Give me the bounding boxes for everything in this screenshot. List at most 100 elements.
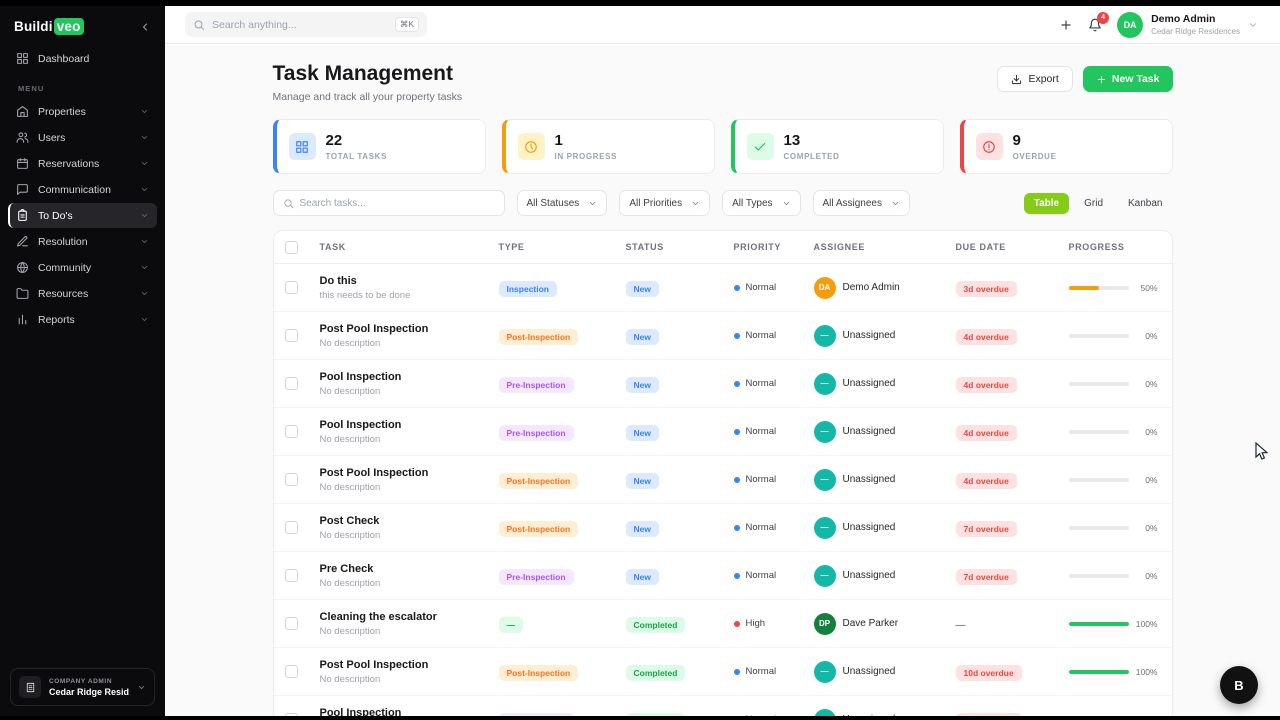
notifications-button[interactable]: 4 [1088,18,1102,32]
priority-label: Normal [746,570,777,581]
row-checkbox[interactable] [285,425,298,438]
filter-all-assignees[interactable]: All Assignees [813,190,910,216]
quick-add-button[interactable] [1059,18,1073,32]
stats-row: 22 TOTAL TASKS 1 IN PROGRESS 13 COMPLETE… [273,119,1173,174]
assignee-name: Unassigned [843,666,896,677]
sidebar-nav: Properties Users Reservations Communicat… [0,98,165,333]
table-row[interactable]: Do this this needs to be done Inspection… [274,264,1172,312]
progress-track [1069,622,1129,626]
priority-dot [734,477,740,483]
status-badge: Completed [626,713,686,717]
logo-badge: veo [54,18,84,35]
filter-select-value: All Assignees [823,198,882,209]
sidebar-item-dashboard[interactable]: Dashboard [8,46,157,71]
due-date-badge: 3d overdue [956,281,1017,297]
user-menu[interactable]: DA Demo Admin Cedar Ridge Residences [1117,12,1258,38]
task-search[interactable] [273,190,505,216]
select-all-checkbox[interactable] [285,241,298,254]
task-title: Pre Check [320,563,499,575]
sidebar-collapse-icon[interactable] [139,21,151,33]
alert-icon [976,133,1003,160]
sidebar-item-reservations[interactable]: Reservations [8,151,157,176]
sidebar-item-label: Communication [38,184,131,196]
type-badge: Post-Inspection [499,473,579,489]
task-cell: Post Pool Inspection No description [320,659,499,685]
sidebar-item-resources[interactable]: Resources [8,281,157,306]
filter-select-value: All Statuses [527,198,580,209]
global-search-input[interactable] [212,19,388,31]
sidebar-item-properties[interactable]: Properties [8,99,157,124]
status-badge: New [626,425,659,441]
row-checkbox[interactable] [285,569,298,582]
main-area: ⌘K 4 DA Demo Admin Cedar Ridge Residence… [165,6,1280,716]
task-cell: Pre Check No description [320,563,499,589]
task-title: Do this [320,275,499,287]
filter-all-types[interactable]: All Types [722,190,800,216]
user-avatar: DA [1117,12,1143,38]
progress-cell: 50% [1069,283,1172,293]
priority-cell: Normal [734,282,814,293]
status-badge: New [626,281,659,297]
company-text: COMPANY ADMIN Cedar Ridge Reside... [49,678,129,697]
status-badge: Completed [626,665,686,681]
chevron-down-icon [140,289,149,298]
row-checkbox[interactable] [285,713,298,716]
progress-percent: 0% [1145,523,1157,533]
row-checkbox[interactable] [285,281,298,294]
new-task-button[interactable]: New Task [1083,66,1173,92]
row-checkbox[interactable] [285,329,298,342]
page-title: Task Management [273,62,463,86]
table-header-row: TASKTYPESTATUSPRIORITYASSIGNEEDUE DATEPR… [274,231,1172,264]
table-row[interactable]: Post Pool Inspection No description Post… [274,456,1172,504]
sidebar-item-users[interactable]: Users [8,125,157,150]
priority-dot [734,333,740,339]
sidebar-item-communication[interactable]: Communication [8,177,157,202]
view-toggle-grid[interactable]: Grid [1074,193,1113,214]
task-title: Cleaning the escalator [320,611,499,623]
search-shortcut-kbd: ⌘K [395,17,419,32]
priority-dot [734,429,740,435]
chevron-down-icon [140,185,149,194]
table-row[interactable]: Pool Inspection No description Pre-Inspe… [274,408,1172,456]
table-row[interactable]: Cleaning the escalator No description — … [274,600,1172,648]
table-row[interactable]: Post Pool Inspection No description Post… [274,648,1172,696]
view-toggle-kanban[interactable]: Kanban [1118,193,1172,214]
user-name: Demo Admin [1151,13,1240,27]
task-title: Pool Inspection [320,371,499,383]
due-date-badge: 10d overdue [956,665,1022,681]
table-row[interactable]: Pre Check No description Pre-Inspection … [274,552,1172,600]
sidebar-item-to-do-s[interactable]: To Do's [8,203,157,228]
task-search-input[interactable] [300,198,495,209]
row-checkbox[interactable] [285,377,298,390]
help-fab[interactable]: B [1220,666,1258,704]
sidebar-item-label: Community [38,262,131,274]
chevron-down-icon [691,199,700,208]
filter-all-statuses[interactable]: All Statuses [517,190,608,216]
stat-value: 13 [784,132,840,149]
due-date-badge: 4d overdue [956,425,1017,441]
filter-select-value: All Types [732,198,772,209]
row-checkbox[interactable] [285,521,298,534]
stat-label: OVERDUE [1013,152,1057,161]
table-row[interactable]: Post Check No description Post-Inspectio… [274,504,1172,552]
row-checkbox[interactable] [285,617,298,630]
priority-label: Normal [746,426,777,437]
type-badge: Post-Inspection [499,521,579,537]
sidebar-company-switcher[interactable]: COMPANY ADMIN Cedar Ridge Reside... [10,668,155,706]
priority-dot [734,669,740,675]
global-search[interactable]: ⌘K [185,12,427,37]
view-toggle-table[interactable]: Table [1024,193,1069,214]
sidebar-item-reports[interactable]: Reports [8,307,157,332]
app-root: Buildiveo Dashboard MENU Properties User… [0,6,1280,716]
sidebar-item-community[interactable]: Community [8,255,157,280]
task-cell: Pool Inspection No description [320,371,499,397]
row-checkbox[interactable] [285,473,298,486]
row-checkbox[interactable] [285,665,298,678]
table-row[interactable]: Post Pool Inspection No description Post… [274,312,1172,360]
sidebar-item-resolution[interactable]: Resolution [8,229,157,254]
tasks-table: TASKTYPESTATUSPRIORITYASSIGNEEDUE DATEPR… [273,230,1173,716]
export-button[interactable]: Export [997,66,1072,92]
filter-all-priorities[interactable]: All Priorities [619,190,710,216]
table-row[interactable]: Pool Inspection No description Pre-Inspe… [274,696,1172,716]
table-row[interactable]: Pool Inspection No description Pre-Inspe… [274,360,1172,408]
